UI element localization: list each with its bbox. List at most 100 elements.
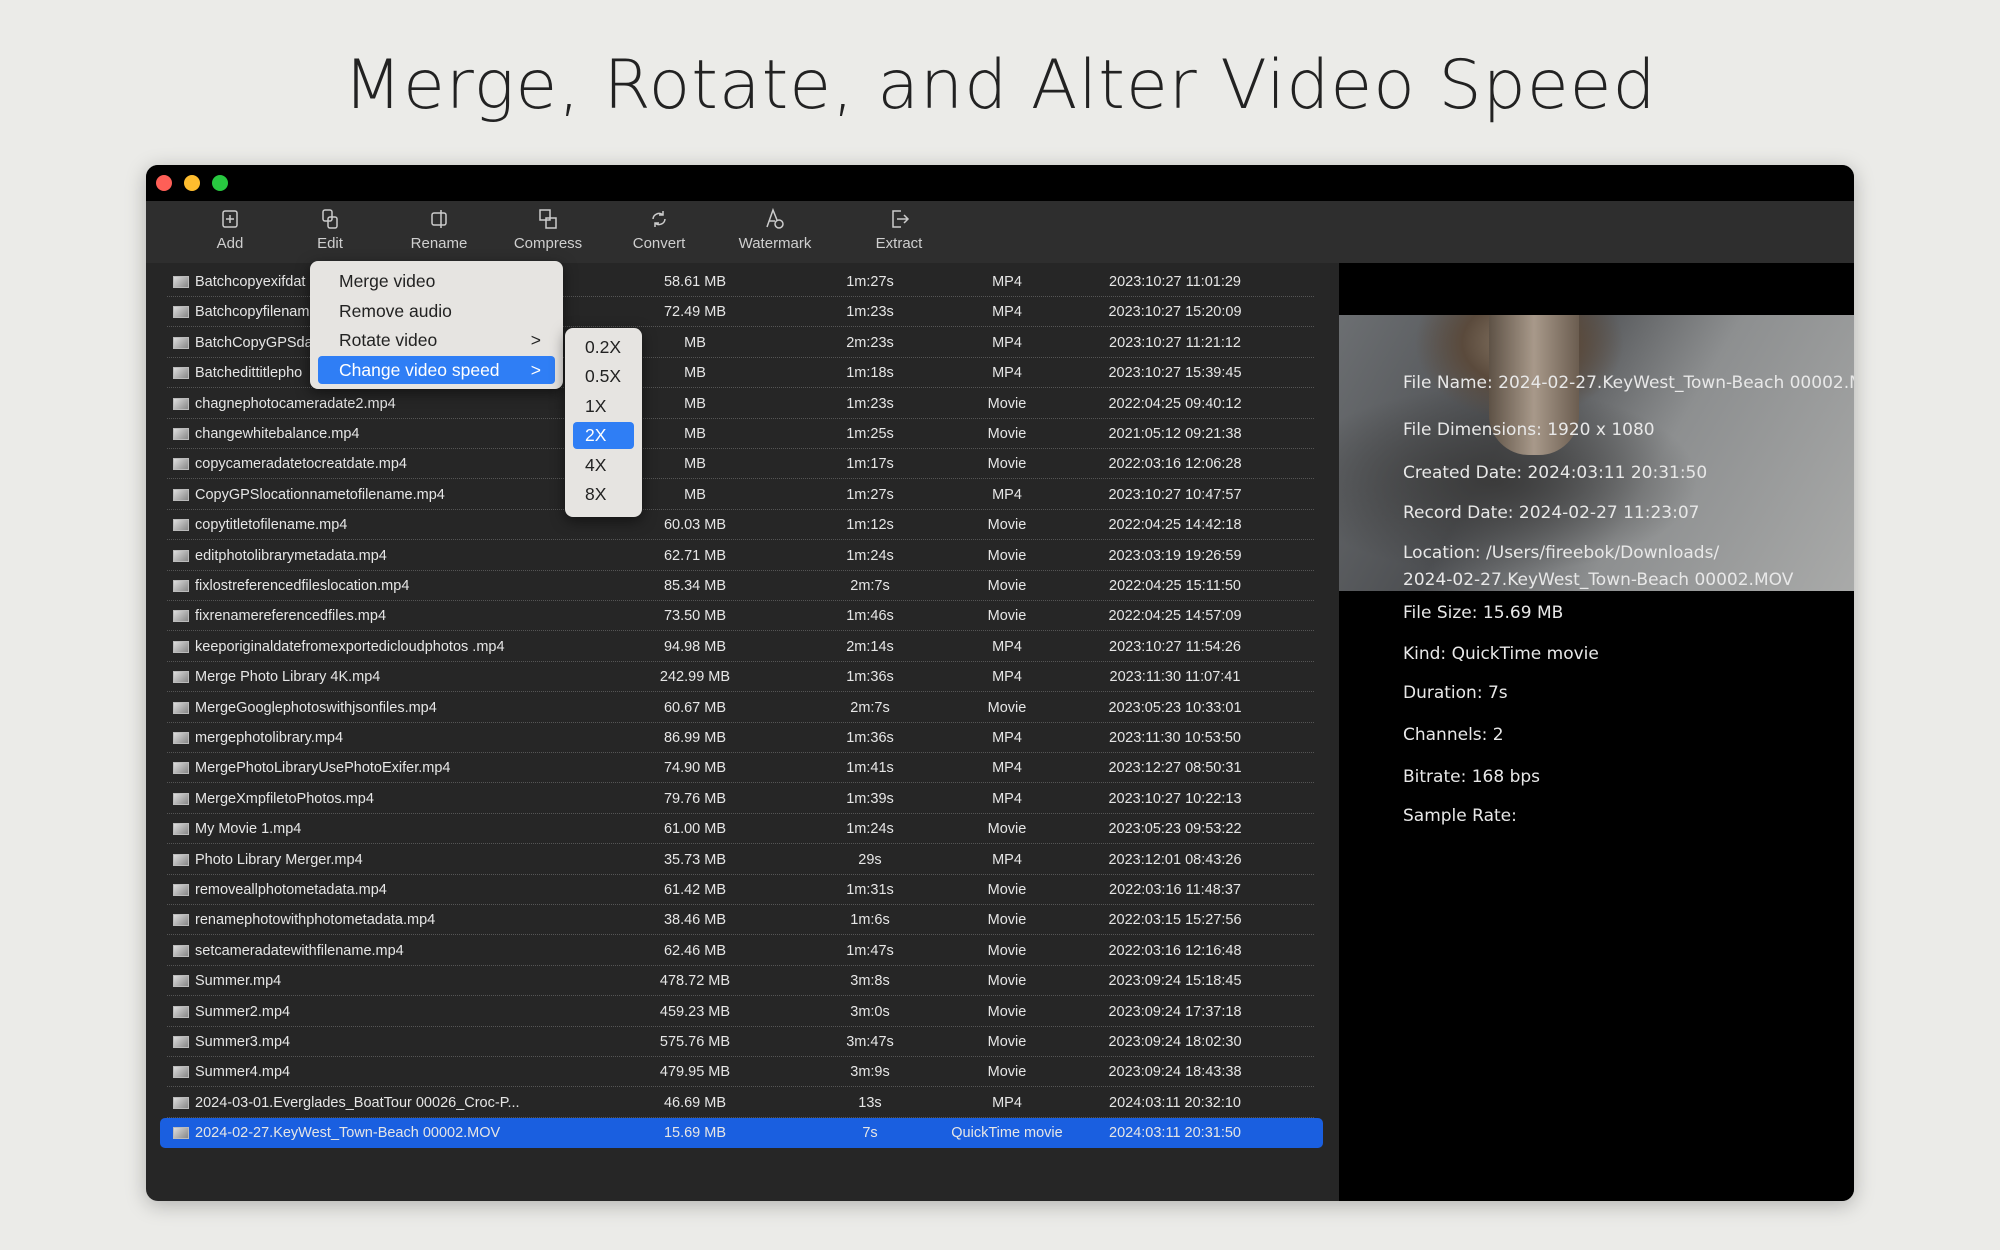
table-row[interactable]: setcameradatewithfilename.mp4 62.46 MB 1m:…: [167, 936, 1314, 966]
video-thumbnail-icon: [173, 1005, 189, 1018]
file-kind: QuickTime movie: [951, 1125, 1063, 1142]
file-name: mergephotolibrary.mp4: [195, 730, 344, 746]
file-duration: 1m:24s: [846, 821, 894, 838]
menu-item-rotate-video[interactable]: Rotate video >: [318, 326, 555, 354]
file-date: 2023:10:27 10:47:57: [1108, 486, 1242, 503]
toolbar-convert-button[interactable]: Convert: [609, 207, 709, 252]
toolbar-label: Rename: [410, 235, 468, 252]
speed-option[interactable]: 4X: [573, 452, 634, 479]
info-line: Record Date: 2024-02-27 11:23:07: [1403, 503, 1700, 523]
file-date: 2023:09:24 17:37:18: [1108, 1003, 1242, 1020]
file-kind: MP4: [992, 851, 1022, 868]
video-thumbnail-icon: [173, 549, 189, 562]
speed-option[interactable]: 0.2X: [573, 334, 634, 361]
file-duration: 1m:17s: [846, 456, 894, 473]
table-row[interactable]: MergeGooglephotoswithjsonfiles.mp4 60.67 …: [167, 693, 1314, 723]
video-thumbnail-icon: [173, 640, 189, 653]
edit-icon: [322, 209, 338, 229]
table-row[interactable]: My Movie 1.mp4 61.00 MB 1m:24s Movie 2023:05…: [167, 814, 1314, 845]
toolbar-extract-button[interactable]: Extract: [849, 207, 949, 252]
table-row[interactable]: changewhitebalance.mp4 MB 1m:25s Movie 2021:…: [167, 419, 1314, 449]
video-thumbnail-icon: [173, 701, 189, 714]
info-line: Sample Rate:: [1403, 806, 1517, 826]
speed-option[interactable]: 2X: [573, 422, 634, 450]
video-thumbnail-icon: [173, 1036, 189, 1048]
table-row[interactable]: copycameradatetocreatdate.mp4 MB 1m:17s Mov…: [167, 449, 1314, 480]
table-row[interactable]: chagnephotocameradate2.mp4 MB 1m:23s Movie 2…: [167, 389, 1314, 419]
table-row[interactable]: Summer2.mp4 459.23 MB 3m:0s Movie 2023:09:24…: [167, 997, 1314, 1027]
video-thumbnail-icon: [173, 732, 189, 744]
file-date: 2022:03:16 11:48:37: [1109, 882, 1241, 898]
file-name: Summer4.mp4: [195, 1064, 291, 1081]
file-name: MergeXmpfiletoPhotos.mp4: [195, 790, 374, 807]
file-name: MergeGooglephotoswithjsonfiles.mp4: [195, 699, 437, 716]
file-duration: 2m:7s: [850, 699, 890, 716]
info-line: Duration: 7s: [1403, 683, 1508, 703]
info-line: Kind: QuickTime movie: [1403, 644, 1599, 664]
file-size: MB: [684, 486, 706, 503]
menu-item-merge-video[interactable]: Merge video: [318, 267, 555, 295]
file-kind: Movie: [987, 456, 1027, 473]
toolbar-watermark-button[interactable]: Watermark: [725, 207, 825, 252]
preview-panel: File Name: 2024-02-27.KeyWest_Town-Beach…: [1339, 263, 1854, 1201]
file-date: 2023:10:27 10:22:13: [1108, 790, 1242, 807]
toolbar-rename-button[interactable]: Rename: [389, 207, 489, 252]
info-line: Location: /Users/fireebok/Downloads/: [1403, 543, 1720, 563]
video-thumbnail-icon: [173, 975, 189, 988]
file-kind: MP4: [992, 365, 1022, 382]
table-row[interactable]: editphotolibrarymetadata.mp4 62.71 MB 1m:2…: [167, 541, 1314, 571]
table-row[interactable]: mergephotolibrary.mp4 86.99 MB 1m:36s MP4 20…: [167, 723, 1314, 753]
table-row[interactable]: Summer.mp4 478.72 MB 3m:8s Movie 2023:09:24 …: [167, 966, 1314, 997]
toolbar-add-button[interactable]: Add: [180, 207, 280, 252]
file-size: 85.34 MB: [663, 578, 727, 594]
table-row[interactable]: removeallphotometadata.mp4 61.42 MB 1m:31s…: [167, 875, 1314, 905]
table-row[interactable]: MergeXmpfiletoPhotos.mp4 79.76 MB 1m:39s MP…: [167, 784, 1314, 814]
table-row[interactable]: renamephotowithphotometadata.mp4 38.46 MB…: [167, 905, 1314, 936]
file-name: Summer3.mp4: [195, 1034, 291, 1050]
zoom-button[interactable]: [212, 175, 228, 191]
speed-option[interactable]: 8X: [573, 481, 634, 508]
file-name: 2024-03-01.Everglades_BoatTour 00026_Cro…: [195, 1094, 520, 1111]
file-kind: Movie: [987, 395, 1027, 412]
menu-item-change-video-speed[interactable]: Change video speed >: [318, 355, 555, 384]
file-duration: 3m:47s: [846, 1034, 894, 1050]
file-size: MB: [684, 426, 706, 442]
toolbar-compress-button[interactable]: Compress: [498, 207, 598, 252]
file-date: 2022:03:15 15:27:56: [1108, 912, 1242, 929]
table-row[interactable]: Summer4.mp4 479.95 MB 3m:9s Movie 2023:09:24…: [167, 1057, 1314, 1088]
file-size: MB: [684, 334, 706, 351]
table-row[interactable]: keeporiginaldatefromexportedicloudphotos…: [167, 632, 1314, 662]
file-size: 242.99 MB: [659, 669, 731, 686]
file-kind: Movie: [987, 1064, 1027, 1081]
table-row[interactable]: copytitletofilename.mp4 60.03 MB 1m:12s Mov…: [167, 510, 1314, 541]
file-name: Batchedittitlepho: [195, 365, 303, 382]
table-row[interactable]: Summer3.mp4 575.76 MB 3m:47s Movie 2023:09:2…: [167, 1027, 1314, 1057]
table-row[interactable]: Photo Library Merger.mp4 35.73 MB 29s MP4 20…: [167, 845, 1314, 875]
file-kind: Movie: [987, 912, 1027, 929]
file-size: 79.76 MB: [663, 790, 727, 807]
table-row[interactable]: fixlostreferencedfileslocation.mp4 85.34 …: [167, 571, 1314, 601]
table-row[interactable]: fixrenamereferencedfiles.mp4 73.50 MB 1m:4…: [167, 601, 1314, 632]
table-row[interactable]: Merge Photo Library 4K.mp4 242.99 MB 1m:36…: [167, 662, 1314, 693]
file-name: fixrenamereferencedfiles.mp4: [195, 608, 387, 625]
minimize-button[interactable]: [184, 175, 200, 191]
table-row[interactable]: 2024-03-01.Everglades_BoatTour 00026_Cro…: [167, 1088, 1314, 1118]
speed-option[interactable]: 1X: [573, 393, 634, 420]
video-thumbnail-icon: [173, 458, 189, 471]
table-row[interactable]: CopyGPSlocationnametofilename.mp4 MB 1m:27…: [167, 480, 1314, 510]
table-row-selected[interactable]: 2024-02-27.KeyWest_Town-Beach 00002.MOV 1…: [160, 1118, 1323, 1149]
table-row[interactable]: MergePhotoLibraryUsePhotoExifer.mp4 74.90…: [167, 753, 1314, 784]
file-duration: 3m:0s: [850, 1003, 890, 1020]
toolbar-edit-button[interactable]: Edit: [280, 207, 380, 252]
menu-item-remove-audio[interactable]: Remove audio: [318, 297, 555, 325]
file-duration: 1m:12s: [846, 517, 894, 534]
file-kind: MP4: [992, 730, 1022, 746]
close-button[interactable]: [156, 175, 172, 191]
speed-option[interactable]: 0.5X: [573, 363, 634, 390]
file-duration: 1m:27s: [846, 274, 894, 290]
compress-icon: [539, 209, 557, 229]
chevron-right-icon: >: [530, 359, 541, 380]
file-size: 73.50 MB: [663, 608, 727, 625]
file-kind: MP4: [992, 486, 1022, 503]
file-date: 2023:09:24 15:18:45: [1108, 973, 1242, 990]
